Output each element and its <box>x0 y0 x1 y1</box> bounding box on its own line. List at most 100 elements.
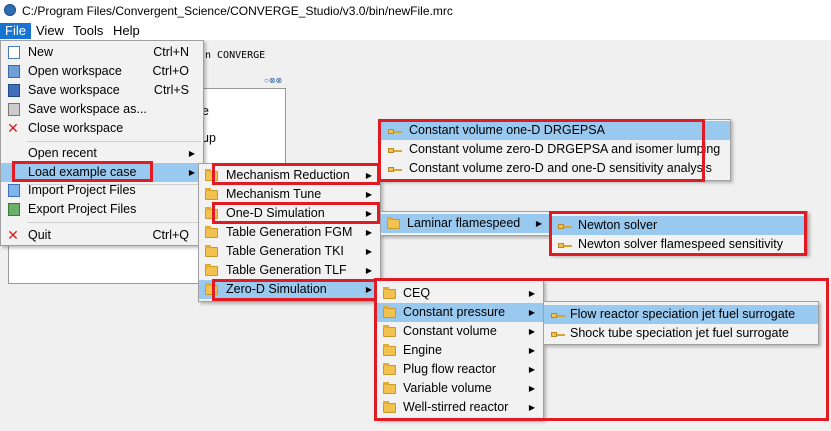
menu-item-mechanism-reduction[interactable]: Mechanism Reduction ▶ <box>199 166 380 185</box>
folder-icon <box>205 188 218 200</box>
menu-bar: File View Tools Help <box>0 22 831 40</box>
mechanism-reduction-menu: Constant volume one-D DRGEPSA Constant v… <box>380 119 731 181</box>
submenu-arrow-icon: ▶ <box>535 219 542 228</box>
submenu-arrow-icon: ▶ <box>528 346 535 355</box>
menu-item-constant-pressure[interactable]: Constant pressure ▶ <box>377 303 543 322</box>
submenu-arrow-icon: ▶ <box>528 384 535 393</box>
folder-icon <box>387 217 400 229</box>
menu-item-newton-solver[interactable]: Newton solver <box>551 216 807 235</box>
toolbar: n CONVERGE <box>205 40 831 70</box>
close-icon: ✕ <box>7 120 19 136</box>
menu-item-export-project-files[interactable]: Export Project Files <box>1 200 203 219</box>
submenu-arrow-icon: ▶ <box>365 171 372 180</box>
example-file-icon <box>551 311 565 319</box>
submenu-arrow-icon: ▶ <box>188 168 195 177</box>
menu-item-table-generation-fgm[interactable]: Table Generation FGM ▶ <box>199 223 380 242</box>
menu-item-constant-volume-zero-d-drgepsa[interactable]: Constant volume zero-D DRGEPSA and isome… <box>381 140 730 159</box>
menu-item-load-example-case[interactable]: Load example case ▶ <box>1 163 203 182</box>
menu-item-zero-d-simulation[interactable]: Zero-D Simulation ▶ <box>199 280 380 299</box>
example-file-icon <box>388 146 402 154</box>
menu-separator <box>27 141 201 142</box>
menu-item-open-workspace[interactable]: Open workspace Ctrl+O <box>1 62 203 81</box>
menu-item-engine[interactable]: Engine ▶ <box>377 341 543 360</box>
folder-icon <box>205 169 218 181</box>
folder-icon <box>383 306 396 318</box>
example-file-icon <box>551 330 565 338</box>
toolbar-text: n CONVERGE <box>205 50 266 61</box>
import-icon <box>8 184 20 197</box>
title-bar: C:/Program Files/Convergent_Science/CONV… <box>0 0 831 22</box>
menu-item-one-d-simulation[interactable]: One-D Simulation ▶ <box>199 204 380 223</box>
folder-icon <box>205 283 218 295</box>
menu-item-shock-tube-speciation[interactable]: Shock tube speciation jet fuel surrogate <box>544 324 818 343</box>
new-file-icon <box>8 46 20 59</box>
folder-icon <box>383 382 396 394</box>
menu-item-mechanism-tune[interactable]: Mechanism Tune ▶ <box>199 185 380 204</box>
example-file-icon <box>388 127 402 135</box>
example-file-icon <box>388 165 402 173</box>
zero-d-simulation-menu: CEQ ▶ Constant pressure ▶ Constant volum… <box>376 280 544 420</box>
menu-item-laminar-flamespeed[interactable]: Laminar flamespeed ▶ <box>381 214 550 233</box>
submenu-arrow-icon: ▶ <box>365 209 372 218</box>
submenu-arrow-icon: ▶ <box>528 289 535 298</box>
menu-help[interactable]: Help <box>108 23 145 39</box>
menu-item-newton-solver-flamespeed-sensitivity[interactable]: Newton solver flamespeed sensitivity <box>551 235 807 254</box>
submenu-arrow-icon: ▶ <box>188 149 195 158</box>
menu-item-flow-reactor-speciation[interactable]: Flow reactor speciation jet fuel surroga… <box>544 305 818 324</box>
menu-item-import-project-files[interactable]: Import Project Files <box>1 181 203 200</box>
menu-item-quit[interactable]: ✕ Quit Ctrl+Q <box>1 226 203 245</box>
menu-item-variable-volume[interactable]: Variable volume ▶ <box>377 379 543 398</box>
folder-icon <box>383 325 396 337</box>
laminar-flamespeed-menu: Newton solver Newton solver flamespeed s… <box>550 211 808 255</box>
submenu-arrow-icon: ▶ <box>528 403 535 412</box>
quit-icon: ✕ <box>7 227 19 243</box>
menu-view[interactable]: View <box>31 23 69 39</box>
menu-item-constant-volume-sensitivity[interactable]: Constant volume zero-D and one-D sensiti… <box>381 159 730 178</box>
submenu-arrow-icon: ▶ <box>528 365 535 374</box>
window-title: C:/Program Files/Convergent_Science/CONV… <box>22 4 453 18</box>
submenu-arrow-icon: ▶ <box>365 247 372 256</box>
submenu-arrow-icon: ▶ <box>528 308 535 317</box>
folder-icon <box>205 264 218 276</box>
menu-item-plug-flow-reactor[interactable]: Plug flow reactor ▶ <box>377 360 543 379</box>
save-as-icon <box>8 103 20 116</box>
folder-icon <box>383 287 396 299</box>
example-file-icon <box>558 222 572 230</box>
menu-item-open-recent[interactable]: Open recent ▶ <box>1 144 203 163</box>
menu-item-ceq[interactable]: CEQ ▶ <box>377 284 543 303</box>
save-icon <box>8 84 20 97</box>
constant-pressure-menu: Flow reactor speciation jet fuel surroga… <box>543 301 819 345</box>
menu-separator <box>27 222 201 223</box>
folder-icon <box>383 363 396 375</box>
folder-icon <box>205 226 218 238</box>
menu-item-table-generation-tlf[interactable]: Table Generation TLF ▶ <box>199 261 380 280</box>
menu-item-close-workspace[interactable]: ✕ Close workspace <box>1 119 203 138</box>
submenu-arrow-icon: ▶ <box>528 327 535 336</box>
submenu-arrow-icon: ▶ <box>365 285 372 294</box>
folder-icon <box>205 245 218 257</box>
menu-item-well-stirred-reactor[interactable]: Well-stirred reactor ▶ <box>377 398 543 417</box>
folder-icon <box>383 401 396 413</box>
submenu-arrow-icon: ▶ <box>365 190 372 199</box>
submenu-arrow-icon: ▶ <box>365 266 372 275</box>
menu-item-constant-volume-one-d-drgepsa[interactable]: Constant volume one-D DRGEPSA <box>381 121 730 140</box>
export-icon <box>8 203 20 216</box>
panel-controls[interactable]: ○⊗⊗ <box>264 76 282 85</box>
panel-text-fragment-2: up <box>202 131 216 145</box>
menu-item-save-workspace-as[interactable]: Save workspace as... <box>1 100 203 119</box>
example-case-menu: Mechanism Reduction ▶ Mechanism Tune ▶ O… <box>198 163 381 302</box>
menu-file[interactable]: File <box>0 23 31 39</box>
submenu-arrow-icon: ▶ <box>365 228 372 237</box>
folder-icon <box>205 207 218 219</box>
folder-icon <box>383 344 396 356</box>
menu-item-save-workspace[interactable]: Save workspace Ctrl+S <box>1 81 203 100</box>
menu-item-table-generation-tki[interactable]: Table Generation TKI ▶ <box>199 242 380 261</box>
app-icon <box>4 4 16 16</box>
file-menu: New Ctrl+N Open workspace Ctrl+O Save wo… <box>0 40 204 246</box>
menu-item-constant-volume[interactable]: Constant volume ▶ <box>377 322 543 341</box>
menu-tools[interactable]: Tools <box>68 23 108 39</box>
one-d-simulation-menu: Laminar flamespeed ▶ <box>380 211 551 236</box>
example-file-icon <box>558 241 572 249</box>
menu-item-new[interactable]: New Ctrl+N <box>1 43 203 62</box>
open-workspace-icon <box>8 65 20 78</box>
